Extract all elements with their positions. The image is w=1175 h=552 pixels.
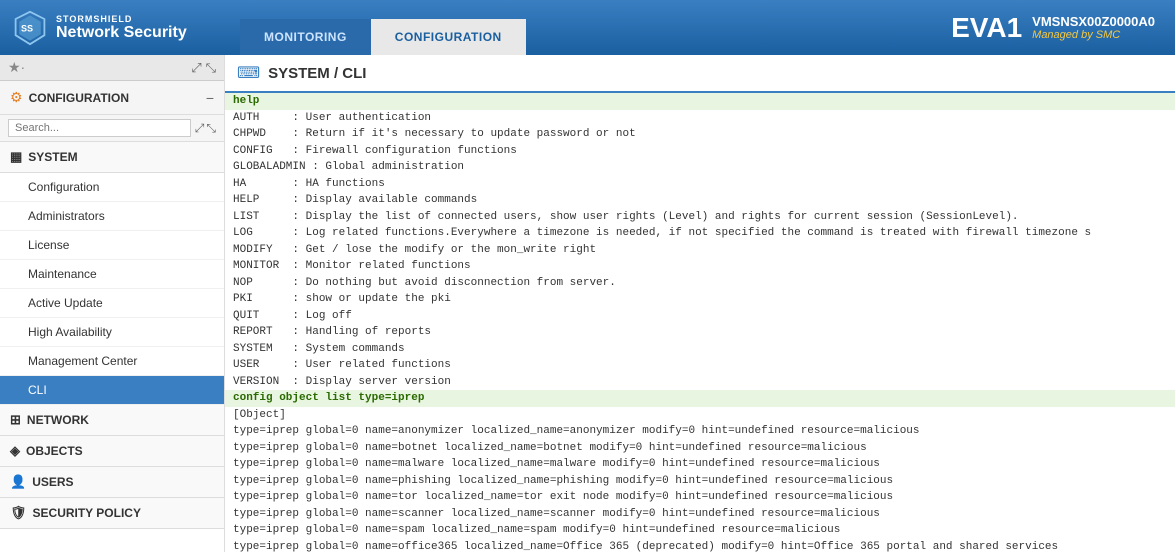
users-group-label: USERS — [32, 475, 73, 489]
cli-line: type=iprep global=0 name=tor localized_n… — [225, 489, 1175, 506]
cli-line: GLOBALADMIN : Global administration — [225, 159, 1175, 176]
minus-icon: − — [206, 90, 214, 106]
cli-line: type=iprep global=0 name=office365 local… — [225, 539, 1175, 552]
sidebar-section-configuration[interactable]: ⚙ CONFIGURATION − — [0, 81, 224, 115]
device-info: EVA1 VMSNSX00Z0000A0 Managed by SMC — [931, 12, 1175, 44]
tab-configuration[interactable]: CONFIGURATION — [371, 19, 526, 55]
sidebar-item-active-update[interactable]: Active Update — [0, 289, 224, 318]
cli-line: HA : HA functions — [225, 176, 1175, 193]
cli-line: [Object] — [225, 407, 1175, 424]
sidebar: ★· ⤢ ⤡ ⚙ CONFIGURATION − ⤢ ⤡ ▦ SYSTEM — [0, 55, 225, 552]
cli-icon: ⌨ — [237, 63, 260, 83]
cli-line: NOP : Do nothing but avoid disconnection… — [225, 275, 1175, 292]
cli-line: help — [225, 93, 1175, 110]
stormshield-logo: SS — [12, 10, 48, 46]
search-box: ⤢ ⤡ — [0, 115, 224, 142]
sidebar-items: Configuration Administrators License Mai… — [0, 173, 224, 405]
expand-icon[interactable]: ⤢ — [191, 60, 201, 76]
device-id-block: VMSNSX00Z0000A0 Managed by SMC — [1032, 14, 1155, 41]
security-policy-group-label: SECURITY POLICY — [33, 506, 141, 520]
cli-line: QUIT : Log off — [225, 308, 1175, 325]
sidebar-item-configuration[interactable]: Configuration — [0, 173, 224, 202]
content-title: SYSTEM / CLI — [268, 65, 366, 82]
cli-line: type=iprep global=0 name=anonymizer loca… — [225, 423, 1175, 440]
cli-line: VERSION : Display server version — [225, 374, 1175, 391]
cli-line: HELP : Display available commands — [225, 192, 1175, 209]
security-icon: 🛡 — [10, 505, 27, 521]
sidebar-group-security-policy[interactable]: 🛡 SECURITY POLICY — [0, 498, 224, 529]
sidebar-section-label: CONFIGURATION — [29, 91, 206, 105]
cli-line: AUTH : User authentication — [225, 110, 1175, 127]
cli-line: type=iprep global=0 name=phishing locali… — [225, 473, 1175, 490]
svg-text:SS: SS — [21, 23, 33, 33]
cli-line: type=iprep global=0 name=botnet localize… — [225, 440, 1175, 457]
system-group-label: SYSTEM — [28, 150, 77, 164]
search-icons: ⤢ ⤡ — [195, 121, 216, 136]
cli-line: SYSTEM : System commands — [225, 341, 1175, 358]
sidebar-item-high-availability[interactable]: High Availability — [0, 318, 224, 347]
sidebar-group-users[interactable]: 👤 USERS — [0, 467, 224, 498]
cli-line: config object list type=iprep — [225, 390, 1175, 407]
cli-line: CONFIG : Firewall configuration function… — [225, 143, 1175, 160]
content-area: ⌨ SYSTEM / CLI helpAUTH : User authentic… — [225, 55, 1175, 552]
sidebar-group-network[interactable]: ⊞ NETWORK — [0, 405, 224, 436]
product-name: Network Security — [56, 24, 187, 42]
cli-line: LIST : Display the list of connected use… — [225, 209, 1175, 226]
star-icon: ★· — [8, 59, 25, 76]
logo-text: STORMSHIELD Network Security v4.0.3 — [56, 14, 187, 42]
collapse-icon[interactable]: ⤡ — [206, 60, 216, 76]
logo-area: SS STORMSHIELD Network Security v4.0.3 — [0, 10, 240, 46]
cli-output[interactable]: helpAUTH : User authenticationCHPWD : Re… — [225, 93, 1175, 552]
sidebar-item-management-center[interactable]: Management Center — [0, 347, 224, 376]
network-group-label: NETWORK — [27, 413, 89, 427]
users-icon: 👤 — [10, 474, 26, 490]
search-input[interactable] — [8, 119, 191, 137]
cli-line: type=iprep global=0 name=malware localiz… — [225, 456, 1175, 473]
sidebar-item-maintenance[interactable]: Maintenance — [0, 260, 224, 289]
sidebar-group-objects[interactable]: ◈ OBJECTS — [0, 436, 224, 467]
fit-icon[interactable]: ⤢ — [195, 121, 205, 136]
sidebar-item-license[interactable]: License — [0, 231, 224, 260]
device-name: EVA1 — [951, 12, 1022, 44]
tabs-nav: MONITORING CONFIGURATION — [240, 0, 921, 55]
cli-line: MONITOR : Monitor related functions — [225, 258, 1175, 275]
system-icon: ▦ — [10, 149, 22, 165]
sidebar-item-administrators[interactable]: Administrators — [0, 202, 224, 231]
objects-group-label: OBJECTS — [26, 444, 83, 458]
content-header: ⌨ SYSTEM / CLI — [225, 55, 1175, 93]
cli-line: type=iprep global=0 name=spam localized_… — [225, 522, 1175, 539]
network-icon: ⊞ — [10, 412, 21, 428]
sidebar-item-cli[interactable]: CLI — [0, 376, 224, 405]
gear-icon: ⚙ — [10, 89, 23, 106]
cli-line: CHPWD : Return if it's necessary to upda… — [225, 126, 1175, 143]
main-layout: ★· ⤢ ⤡ ⚙ CONFIGURATION − ⤢ ⤡ ▦ SYSTEM — [0, 55, 1175, 552]
top-bar: SS STORMSHIELD Network Security v4.0.3 M… — [0, 0, 1175, 55]
cli-line: LOG : Log related functions.Everywhere a… — [225, 225, 1175, 242]
cli-line: REPORT : Handling of reports — [225, 324, 1175, 341]
sidebar-toolbar: ★· ⤢ ⤡ — [0, 55, 224, 81]
sidebar-group-system[interactable]: ▦ SYSTEM — [0, 142, 224, 173]
cli-line: USER : User related functions — [225, 357, 1175, 374]
cli-line: PKI : show or update the pki — [225, 291, 1175, 308]
cli-line: type=iprep global=0 name=scanner localiz… — [225, 506, 1175, 523]
device-managed: Managed by SMC — [1032, 29, 1155, 41]
device-id: VMSNSX00Z0000A0 — [1032, 14, 1155, 29]
brand-name: STORMSHIELD — [56, 14, 187, 24]
objects-icon: ◈ — [10, 443, 20, 459]
expand-tree-icon[interactable]: ⤡ — [206, 121, 216, 136]
tab-monitoring[interactable]: MONITORING — [240, 19, 371, 55]
sidebar-toolbar-icons: ⤢ ⤡ — [191, 60, 216, 76]
cli-line: MODIFY : Get / lose the modify or the mo… — [225, 242, 1175, 259]
